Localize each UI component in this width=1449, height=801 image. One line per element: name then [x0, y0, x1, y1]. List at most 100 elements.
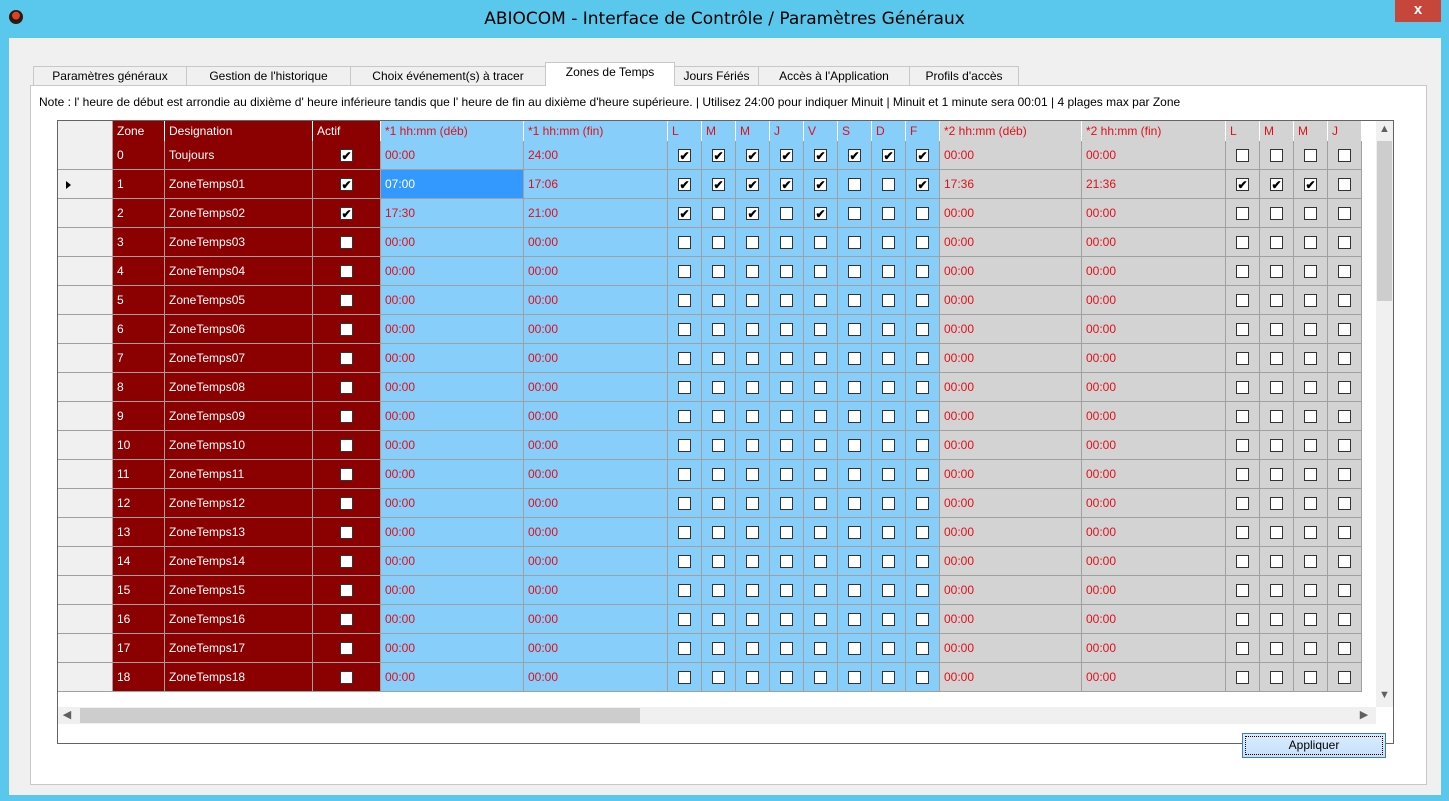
active-checkbox[interactable] — [340, 555, 353, 569]
time-cell[interactable]: 17:36 — [940, 170, 1082, 199]
time-cell[interactable]: 24:00 — [524, 141, 668, 170]
day-checkbox[interactable] — [814, 642, 827, 656]
column-header[interactable]: D — [872, 121, 906, 141]
day-checkbox[interactable] — [1236, 526, 1249, 540]
grid-cell[interactable] — [838, 286, 872, 315]
day-checkbox[interactable] — [746, 642, 759, 656]
day-checkbox[interactable] — [678, 323, 691, 337]
grid-cell[interactable] — [770, 663, 804, 692]
grid-cell[interactable] — [702, 315, 736, 344]
grid-cell[interactable] — [668, 228, 702, 257]
row-header[interactable] — [58, 576, 113, 605]
time-cell[interactable]: 17:30 — [381, 199, 524, 228]
day-checkbox[interactable] — [848, 207, 861, 221]
time-cell[interactable]: 00:00 — [524, 547, 668, 576]
grid-cell[interactable] — [770, 286, 804, 315]
day-checkbox[interactable] — [1236, 381, 1249, 395]
time-cell[interactable]: 07:00 — [381, 170, 524, 199]
time-cell[interactable]: 00:00 — [940, 489, 1082, 518]
day-checkbox[interactable] — [780, 642, 793, 656]
grid-cell[interactable]: ✔ — [872, 141, 906, 170]
day-checkbox[interactable] — [712, 294, 725, 308]
day-checkbox[interactable] — [848, 671, 861, 685]
day-checkbox[interactable]: ✔ — [780, 149, 793, 163]
day-checkbox[interactable] — [780, 352, 793, 366]
designation-cell[interactable]: ZoneTemps10 — [165, 431, 313, 460]
day-checkbox[interactable] — [916, 265, 929, 279]
day-checkbox[interactable] — [1270, 323, 1283, 337]
day-checkbox[interactable] — [1304, 236, 1317, 250]
time-cell[interactable]: 21:36 — [1082, 170, 1226, 199]
grid-cell[interactable] — [906, 315, 940, 344]
time-cell[interactable]: 00:00 — [381, 402, 524, 431]
day-checkbox[interactable] — [780, 294, 793, 308]
day-checkbox[interactable] — [1270, 294, 1283, 308]
day-checkbox[interactable] — [814, 439, 827, 453]
grid-cell[interactable] — [313, 489, 381, 518]
day-checkbox[interactable] — [916, 526, 929, 540]
time-cell[interactable]: 00:00 — [940, 344, 1082, 373]
day-checkbox[interactable] — [1338, 178, 1351, 192]
grid-cell[interactable] — [770, 489, 804, 518]
grid-cell[interactable] — [804, 518, 838, 547]
grid-cell[interactable] — [702, 460, 736, 489]
grid-cell[interactable] — [838, 576, 872, 605]
zone-cell[interactable]: 17 — [113, 634, 165, 663]
row-header[interactable] — [58, 402, 113, 431]
grid-cell[interactable] — [702, 431, 736, 460]
vertical-scrollbar[interactable]: ▲ ▼ — [1376, 121, 1393, 707]
grid-cell[interactable]: ✔ — [702, 170, 736, 199]
day-checkbox[interactable] — [712, 265, 725, 279]
horizontal-scrollbar[interactable]: ◀ ▶ — [58, 707, 1376, 724]
grid-cell[interactable] — [1328, 170, 1362, 199]
day-checkbox[interactable] — [848, 555, 861, 569]
day-checkbox[interactable] — [746, 584, 759, 598]
time-cell[interactable]: 00:00 — [940, 547, 1082, 576]
grid-cell[interactable] — [736, 228, 770, 257]
day-checkbox[interactable] — [814, 468, 827, 482]
time-cell[interactable]: 00:00 — [381, 373, 524, 402]
day-checkbox[interactable] — [712, 584, 725, 598]
grid-cell[interactable] — [1294, 605, 1328, 634]
grid-cell[interactable]: ✔ — [668, 199, 702, 228]
grid-cell[interactable] — [1328, 199, 1362, 228]
grid-cell[interactable] — [1260, 605, 1294, 634]
zone-cell[interactable]: 18 — [113, 663, 165, 692]
grid-cell[interactable] — [702, 344, 736, 373]
grid-cell[interactable] — [906, 576, 940, 605]
day-checkbox[interactable] — [1338, 526, 1351, 540]
day-checkbox[interactable] — [1338, 439, 1351, 453]
grid-cell[interactable] — [668, 518, 702, 547]
time-cell[interactable]: 00:00 — [940, 402, 1082, 431]
day-checkbox[interactable] — [1338, 381, 1351, 395]
day-checkbox[interactable] — [712, 410, 725, 424]
grid-cell[interactable] — [1328, 141, 1362, 170]
grid-cell[interactable] — [1260, 199, 1294, 228]
grid-cell[interactable] — [872, 344, 906, 373]
grid-cell[interactable] — [1294, 402, 1328, 431]
day-checkbox[interactable] — [1338, 555, 1351, 569]
day-checkbox[interactable] — [1338, 642, 1351, 656]
day-checkbox[interactable] — [712, 642, 725, 656]
grid-cell[interactable] — [906, 663, 940, 692]
day-checkbox[interactable] — [678, 236, 691, 250]
grid-cell[interactable] — [770, 373, 804, 402]
day-checkbox[interactable] — [780, 526, 793, 540]
active-checkbox[interactable] — [340, 381, 353, 395]
day-checkbox[interactable]: ✔ — [678, 149, 691, 163]
grid-cell[interactable]: ✔ — [770, 141, 804, 170]
scroll-left-icon[interactable]: ◀ — [61, 708, 73, 721]
grid-cell[interactable] — [1260, 315, 1294, 344]
grid-cell[interactable] — [906, 286, 940, 315]
row-header[interactable] — [58, 373, 113, 402]
apply-button[interactable]: Appliquer — [1242, 733, 1386, 758]
day-checkbox[interactable] — [848, 294, 861, 308]
day-checkbox[interactable] — [1236, 497, 1249, 511]
row-header[interactable] — [58, 460, 113, 489]
grid-cell[interactable] — [702, 286, 736, 315]
grid-cell[interactable] — [872, 605, 906, 634]
grid-cell[interactable] — [838, 199, 872, 228]
day-checkbox[interactable] — [882, 526, 895, 540]
zone-cell[interactable]: 13 — [113, 518, 165, 547]
grid-cell[interactable] — [872, 431, 906, 460]
